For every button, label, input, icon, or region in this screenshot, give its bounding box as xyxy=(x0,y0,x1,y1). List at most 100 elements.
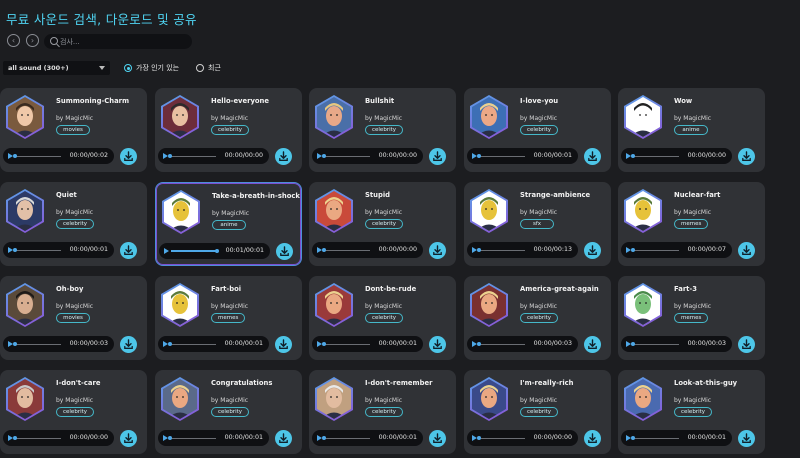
category-select[interactable]: all sound (300+) xyxy=(3,61,110,75)
sound-tag[interactable]: celebrity xyxy=(365,313,404,323)
download-button[interactable] xyxy=(275,148,292,165)
download-button[interactable] xyxy=(120,336,137,353)
progress-handle[interactable] xyxy=(477,154,481,158)
search-input[interactable] xyxy=(60,34,188,49)
sound-tag[interactable]: celebrity xyxy=(365,407,404,417)
progress-track[interactable] xyxy=(322,154,370,158)
progress-track[interactable] xyxy=(631,154,679,158)
sound-name[interactable]: Dont-be-rude xyxy=(365,285,416,293)
sound-name[interactable]: America-great-again xyxy=(520,285,599,293)
download-button[interactable] xyxy=(584,148,601,165)
sound-tag[interactable]: memes xyxy=(674,313,709,323)
sound-tag[interactable]: movies xyxy=(56,125,90,135)
sound-card[interactable]: Stupid by MagicMic celebrity 00:00/00:00 xyxy=(309,182,456,266)
progress-handle[interactable] xyxy=(322,436,326,440)
sound-card[interactable]: Summoning-Charm by MagicMic movies 00:00/00… xyxy=(0,88,147,172)
sound-name[interactable]: Stupid xyxy=(365,191,390,199)
progress-handle[interactable] xyxy=(631,342,635,346)
progress-handle[interactable] xyxy=(322,248,326,252)
sound-card[interactable]: Dont-be-rude by MagicMic celebrity 00:00/00… xyxy=(309,276,456,360)
progress-handle[interactable] xyxy=(322,154,326,158)
progress-handle[interactable] xyxy=(13,342,17,346)
forward-icon[interactable]: › xyxy=(26,34,39,47)
progress-track[interactable] xyxy=(13,154,61,158)
sound-card[interactable]: Fart-boi by MagicMic memes 00:00/00:01 xyxy=(155,276,302,360)
progress-handle[interactable] xyxy=(168,154,172,158)
sound-tag[interactable]: celebrity xyxy=(56,407,95,417)
sound-tag[interactable]: celebrity xyxy=(520,313,559,323)
progress-handle[interactable] xyxy=(322,342,326,346)
sound-tag[interactable]: celebrity xyxy=(365,219,404,229)
progress-track[interactable] xyxy=(13,248,61,252)
progress-handle[interactable] xyxy=(631,248,635,252)
sound-card[interactable]: I'm-really-rich by MagicMic celebrity 00:00… xyxy=(464,370,611,454)
sound-card[interactable]: Quiet by MagicMic celebrity 00:00/00:01 xyxy=(0,182,147,266)
progress-track[interactable] xyxy=(322,436,370,440)
download-button[interactable] xyxy=(120,430,137,447)
sound-name[interactable]: Take-a-breath-in-shock xyxy=(212,192,300,200)
download-button[interactable] xyxy=(275,336,292,353)
sound-tag[interactable]: anime xyxy=(674,125,708,135)
download-button[interactable] xyxy=(429,430,446,447)
sound-name[interactable]: Bullshit xyxy=(365,97,394,105)
progress-track[interactable] xyxy=(168,342,216,346)
progress-handle[interactable] xyxy=(477,436,481,440)
sound-name[interactable]: Look-at-this-guy xyxy=(674,379,737,387)
download-button[interactable] xyxy=(275,430,292,447)
sound-name[interactable]: Fart-boi xyxy=(211,285,241,293)
sound-tag[interactable]: celebrity xyxy=(520,407,559,417)
back-icon[interactable]: ‹ xyxy=(7,34,20,47)
download-button[interactable] xyxy=(276,243,293,260)
progress-handle[interactable] xyxy=(215,249,219,253)
progress-track[interactable] xyxy=(171,249,219,253)
sort-recent-radio[interactable]: 최근 xyxy=(196,63,221,73)
progress-handle[interactable] xyxy=(168,436,172,440)
sound-card[interactable]: Nuclear-fart by MagicMic memes 00:00/00:07 xyxy=(618,182,765,266)
download-button[interactable] xyxy=(429,148,446,165)
progress-track[interactable] xyxy=(322,248,370,252)
sound-tag[interactable]: memes xyxy=(211,313,246,323)
download-button[interactable] xyxy=(429,242,446,259)
progress-track[interactable] xyxy=(477,248,525,252)
download-button[interactable] xyxy=(584,336,601,353)
sound-tag[interactable]: celebrity xyxy=(520,125,559,135)
progress-track[interactable] xyxy=(168,436,216,440)
sound-name[interactable]: Oh-boy xyxy=(56,285,83,293)
progress-track[interactable] xyxy=(631,436,679,440)
download-button[interactable] xyxy=(738,242,755,259)
progress-handle[interactable] xyxy=(631,436,635,440)
download-button[interactable] xyxy=(584,242,601,259)
progress-track[interactable] xyxy=(477,342,525,346)
sound-card[interactable]: Hello-everyone by MagicMic celebrity 00:00/… xyxy=(155,88,302,172)
progress-track[interactable] xyxy=(322,342,370,346)
sound-card[interactable]: Bullshit by MagicMic celebrity 00:00/00:00 xyxy=(309,88,456,172)
sound-name[interactable]: Fart-3 xyxy=(674,285,697,293)
sound-tag[interactable]: sfx xyxy=(520,219,554,229)
progress-handle[interactable] xyxy=(13,154,17,158)
sound-name[interactable]: I'm-really-rich xyxy=(520,379,574,387)
sound-card[interactable]: I-don't-remember by MagicMic celebrity 00:0… xyxy=(309,370,456,454)
sound-card[interactable]: Oh-boy by MagicMic movies 00:00/00:03 xyxy=(0,276,147,360)
sound-name[interactable]: I-don't-care xyxy=(56,379,100,387)
download-button[interactable] xyxy=(738,430,755,447)
play-icon[interactable] xyxy=(164,248,169,254)
progress-track[interactable] xyxy=(13,436,61,440)
sort-popular-radio[interactable]: 가장 인기 있는 xyxy=(124,63,179,73)
download-button[interactable] xyxy=(738,336,755,353)
sound-card[interactable]: Congratulations by MagicMic celebrity 00:00… xyxy=(155,370,302,454)
progress-handle[interactable] xyxy=(13,436,17,440)
download-button[interactable] xyxy=(120,242,137,259)
progress-track[interactable] xyxy=(13,342,61,346)
sound-name[interactable]: I-love-you xyxy=(520,97,558,105)
sound-name[interactable]: Quiet xyxy=(56,191,77,199)
progress-track[interactable] xyxy=(631,342,679,346)
sound-tag[interactable]: celebrity xyxy=(674,407,713,417)
progress-handle[interactable] xyxy=(13,248,17,252)
sound-tag[interactable]: celebrity xyxy=(211,407,250,417)
sound-card[interactable]: Look-at-this-guy by MagicMic celebrity 00:0… xyxy=(618,370,765,454)
sound-name[interactable]: Nuclear-fart xyxy=(674,191,720,199)
progress-handle[interactable] xyxy=(477,342,481,346)
sound-tag[interactable]: celebrity xyxy=(56,219,95,229)
sound-name[interactable]: Wow xyxy=(674,97,692,105)
sound-name[interactable]: Hello-everyone xyxy=(211,97,269,105)
